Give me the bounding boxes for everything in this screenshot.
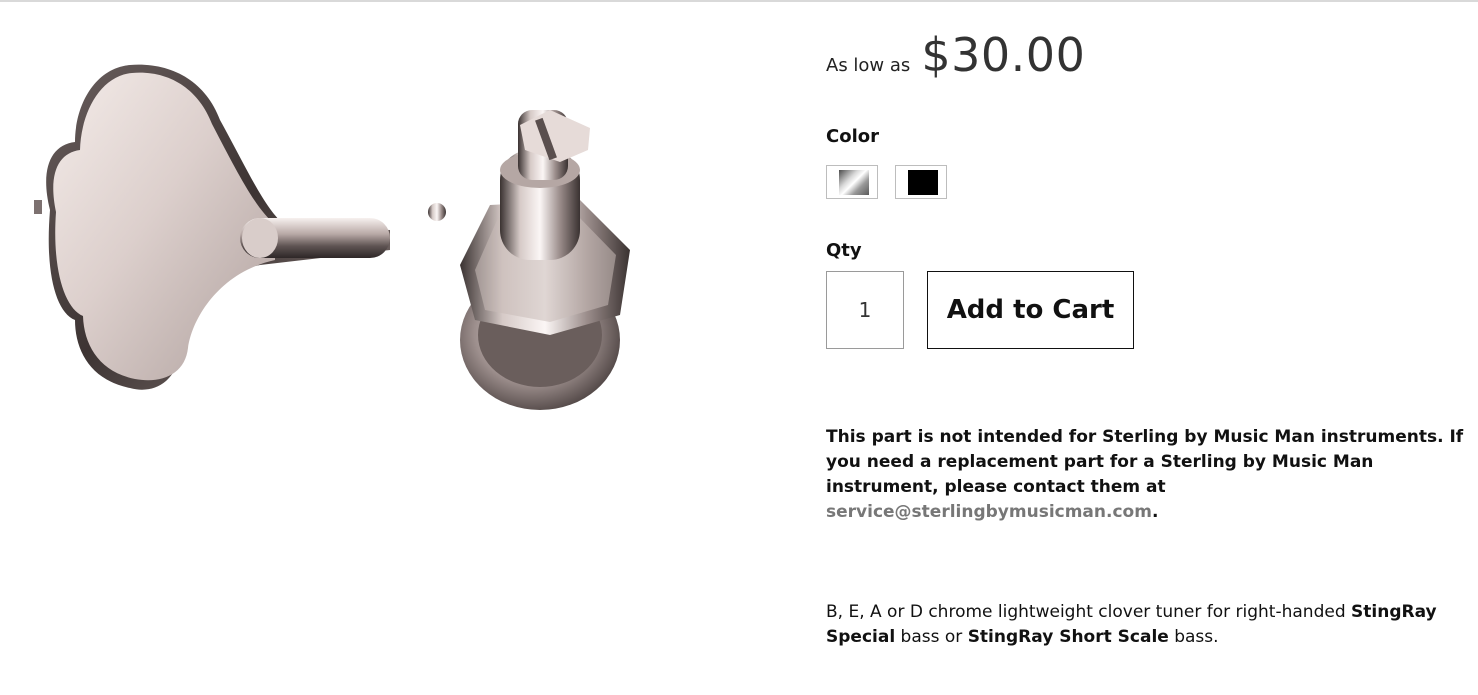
notice-period: . xyxy=(1151,502,1159,522)
product-image xyxy=(34,64,630,410)
chrome-swatch-fill xyxy=(839,170,869,195)
color-swatch-chrome[interactable] xyxy=(826,165,878,199)
service-email-link[interactable]: service@sterlingbymusicman.com xyxy=(826,502,1152,522)
price-prefix: As low as xyxy=(826,55,911,76)
color-label: Color xyxy=(826,126,879,147)
description-bold-2: StingRay Short Scale xyxy=(967,627,1169,647)
qty-input[interactable] xyxy=(826,271,904,349)
color-swatch-black[interactable] xyxy=(895,165,947,199)
add-to-cart-button[interactable]: Add to Cart xyxy=(927,271,1134,349)
price-value: $30.00 xyxy=(921,28,1086,82)
notice-text: This part is not intended for Sterling b… xyxy=(826,427,1464,497)
price-row: As low as $30.00 xyxy=(826,28,1085,82)
description-text-1: B, E, A or D chrome lightweight clover t… xyxy=(826,602,1352,622)
description-text-3: bass. xyxy=(1168,627,1219,647)
top-divider xyxy=(0,0,1478,2)
product-description: B, E, A or D chrome lightweight clover t… xyxy=(826,600,1466,650)
description-text-2: bass or xyxy=(895,627,968,647)
black-swatch-fill xyxy=(908,170,938,195)
qty-label: Qty xyxy=(826,240,862,261)
sterling-notice: This part is not intended for Sterling b… xyxy=(826,425,1466,525)
